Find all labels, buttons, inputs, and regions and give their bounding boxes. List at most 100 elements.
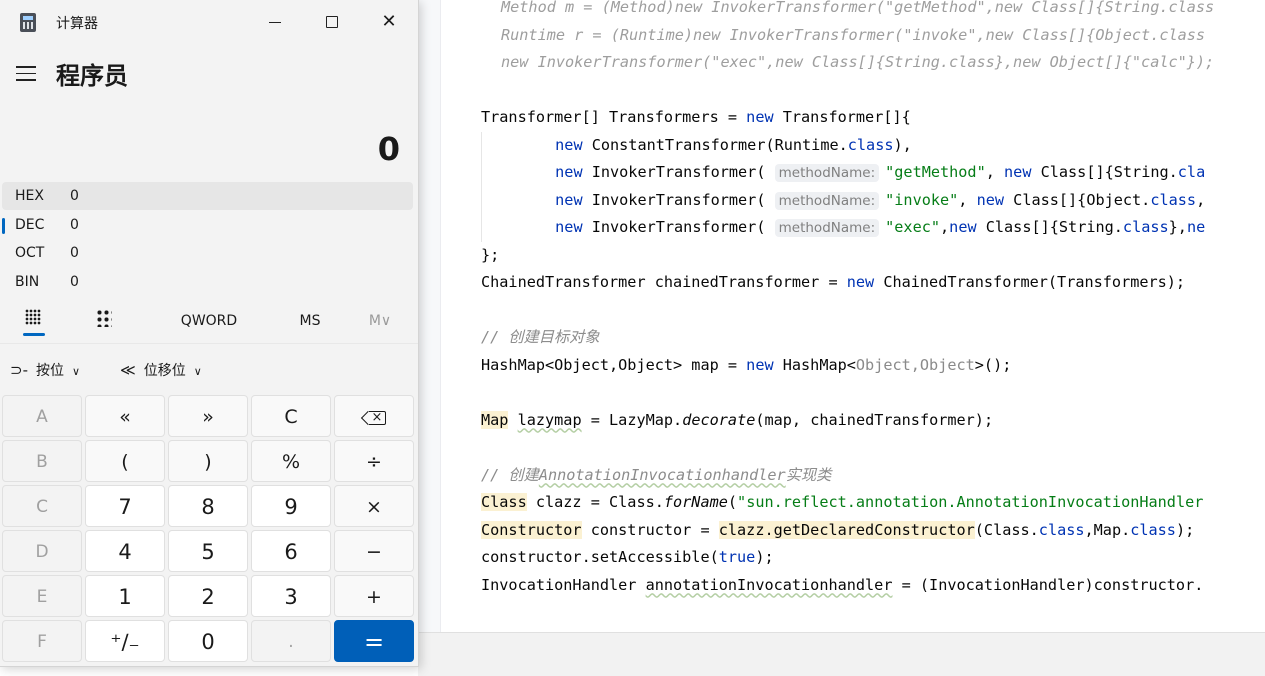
bit-toggling-keypad-icon[interactable] [96, 309, 112, 327]
code-line[interactable]: }; [481, 242, 1265, 270]
radix-bin[interactable]: BIN 0 [2, 268, 413, 296]
key-rshift-button[interactable]: » [168, 395, 248, 437]
key-e-button[interactable]: E [2, 575, 82, 617]
radix-dec[interactable]: DEC 0 [2, 211, 413, 239]
code-line[interactable]: Transformer[] Transformers = new Transfo… [481, 104, 1265, 132]
key-open-paren-button[interactable]: ( [85, 440, 165, 482]
calculator-window: 计算器 ✕ 程序员 0 HEX 0 DEC 0 OCT 0 BIN 0 QWOR… [0, 0, 419, 667]
key-b-button[interactable]: B [2, 440, 82, 482]
key-3-button[interactable]: 3 [251, 575, 331, 617]
code-line[interactable]: Method m = (Method)new InvokerTransforme… [481, 0, 1265, 22]
bitshift-dropdown[interactable]: ≪ 位移位 ∨ [120, 358, 202, 382]
key-modulo-button[interactable]: % [251, 440, 331, 482]
code-line[interactable]: InvocationHandler annotationInvocationha… [481, 572, 1265, 600]
key-c-button[interactable]: C [2, 485, 82, 527]
key-close-paren-button[interactable]: ) [168, 440, 248, 482]
code-token: "invoke" [885, 190, 959, 209]
key-4-button[interactable]: 4 [85, 530, 165, 572]
key-label: ÷ [366, 451, 382, 473]
code-token: >(); [974, 355, 1012, 374]
key-label: « [119, 406, 131, 428]
code-token: ), [893, 135, 912, 154]
code-line[interactable]: new InvokerTransformer( methodName: "exec… [481, 214, 1265, 242]
code-token: new InvokerTransformer("exec",new Class[… [501, 53, 1215, 71]
code-line[interactable] [481, 599, 1265, 627]
key-9-button[interactable]: 9 [251, 485, 331, 527]
close-button[interactable]: ✕ [366, 6, 412, 38]
word-size-button[interactable]: QWORD [170, 307, 248, 335]
code-token: class [1150, 190, 1197, 209]
key-7-button[interactable]: 7 [85, 485, 165, 527]
key-divide-button[interactable]: ÷ [334, 440, 414, 482]
code-token: new [555, 218, 583, 236]
code-token: class [1130, 520, 1176, 539]
radix-label: OCT [15, 245, 45, 261]
code-line[interactable]: // 创建AnnotationInvocationhandler实现类 [481, 462, 1265, 490]
memory-list-button[interactable]: M∨ [358, 307, 402, 335]
code-area[interactable]: Method m = (Method)new InvokerTransforme… [481, 0, 1265, 654]
key-f-button[interactable]: F [2, 620, 82, 662]
code-line[interactable]: new InvokerTransformer( methodName: "invo… [481, 186, 1265, 214]
code-token: cla [1177, 163, 1206, 181]
code-token: new [555, 135, 583, 154]
full-keypad-icon[interactable] [25, 309, 41, 325]
key-negate-button[interactable]: ⁺∕₋ [85, 620, 165, 662]
title-bar[interactable]: 计算器 ✕ [0, 0, 418, 44]
code-token: }, [1168, 218, 1187, 236]
code-token: constructor.setAccessible( [481, 548, 719, 566]
code-token: class [847, 135, 894, 154]
code-token: "sun.reflect.annotation.AnnotationInvoca… [737, 493, 1204, 511]
code-line[interactable]: HashMap<Object,Object> map = new HashMap… [481, 352, 1265, 380]
radix-value: 0 [70, 217, 79, 233]
key-a-button[interactable]: A [2, 395, 82, 437]
code-line[interactable]: new ConstantTransformer(Runtime.class), [481, 131, 1265, 159]
code-line[interactable]: constructor.setAccessible(true); [481, 544, 1265, 572]
code-line[interactable]: Class clazz = Class.forName("sun.reflect… [481, 489, 1265, 517]
key-subtract-button[interactable]: − [334, 530, 414, 572]
menu-button[interactable] [16, 66, 36, 81]
key-label: ⁺∕₋ [110, 630, 140, 654]
logic-gate-icon: ⊃- [10, 361, 28, 379]
code-token: Method m = (Method)new InvokerTransforme… [501, 0, 1215, 16]
code-token: "exec" [885, 218, 941, 236]
code-line[interactable]: Constructor constructor = clazz.getDecla… [481, 517, 1265, 545]
key-equals-button[interactable]: = [334, 620, 414, 662]
code-line[interactable] [481, 379, 1265, 407]
code-token: InvokerTransformer( [582, 163, 775, 181]
key-5-button[interactable]: 5 [168, 530, 248, 572]
key-decimal-button[interactable]: . [251, 620, 331, 662]
code-line[interactable] [481, 297, 1265, 325]
code-token: ChainedTransformer(Transformers); [874, 273, 1186, 291]
key-backspace-button[interactable] [334, 395, 414, 439]
radix-hex[interactable]: HEX 0 [2, 182, 413, 210]
key-lshift-button[interactable]: « [85, 395, 165, 437]
key-label: = [363, 628, 385, 656]
radix-label: BIN [15, 274, 40, 290]
key-multiply-button[interactable]: × [334, 485, 414, 527]
key-0-button[interactable]: 0 [168, 620, 248, 662]
bitwise-dropdown[interactable]: ⊃- 按位 ∨ [10, 358, 80, 382]
maximize-button[interactable] [309, 6, 355, 38]
code-line[interactable]: ChainedTransformer chainedTransformer = … [481, 269, 1265, 297]
key-1-button[interactable]: 1 [85, 575, 165, 617]
key-add-button[interactable]: + [334, 575, 414, 617]
key-d-button[interactable]: D [2, 530, 82, 572]
key-8-button[interactable]: 8 [168, 485, 248, 527]
code-line[interactable]: new InvokerTransformer("exec",new Class[… [481, 49, 1265, 77]
key-2-button[interactable]: 2 [168, 575, 248, 617]
code-line[interactable]: Runtime r = (Runtime)new InvokerTransfor… [481, 22, 1265, 50]
code-token: // 创建目标对象 [481, 328, 600, 346]
minimize-button[interactable] [252, 6, 298, 38]
code-line[interactable] [481, 434, 1265, 462]
radix-oct[interactable]: OCT 0 [2, 239, 413, 267]
memory-store-button[interactable]: MS [286, 307, 334, 335]
code-line[interactable]: Map lazymap = LazyMap.decorate(map, chai… [481, 407, 1265, 435]
key-clear-button[interactable]: C [251, 395, 331, 437]
code-token: new [846, 273, 875, 291]
code-token: Map [481, 410, 509, 429]
code-line[interactable] [481, 77, 1265, 105]
code-line[interactable]: // 创建目标对象 [481, 324, 1265, 352]
code-line[interactable]: new InvokerTransformer( methodName: "getM… [481, 159, 1265, 187]
key-6-button[interactable]: 6 [251, 530, 331, 572]
